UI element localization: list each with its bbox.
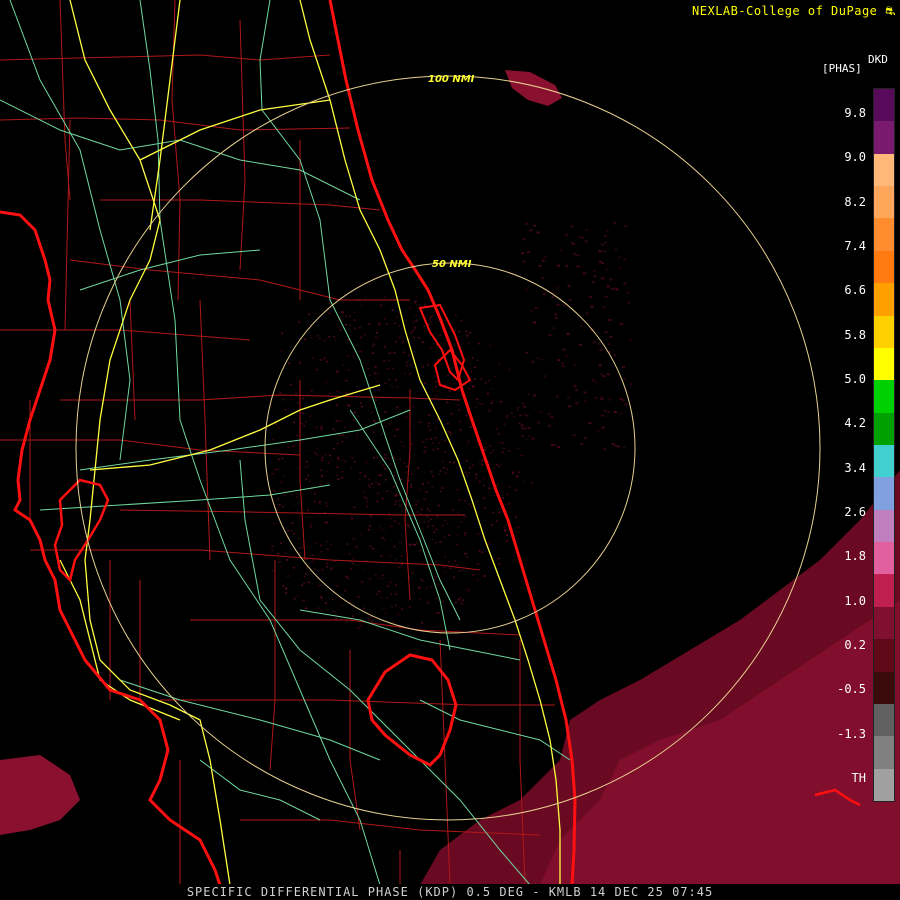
- state-road: [79, 409, 411, 471]
- state-road: [299, 609, 521, 661]
- ring-label-50nmi: 50 NMI: [432, 259, 472, 270]
- legend-color-bin: [874, 606, 894, 640]
- legend-tick-label: 9.8: [844, 106, 866, 120]
- legend-tick-label: 1.8: [844, 549, 866, 564]
- legend-color-bin: [874, 639, 894, 673]
- legend-tick-label: 1.0: [844, 593, 866, 608]
- legend-tick-label: 7.4: [844, 239, 866, 253]
- county-line: [0, 117, 351, 131]
- county-line: [0, 439, 301, 456]
- legend-tick-label: TH: [851, 771, 866, 785]
- interstate-highways: [59, 0, 561, 886]
- county-boundaries: [0, 0, 555, 886]
- state-road: [349, 409, 451, 651]
- legend-color-bin: [874, 574, 894, 608]
- county-line: [30, 549, 481, 571]
- legend-color-bin: [874, 153, 894, 187]
- county-line: [100, 199, 381, 211]
- county-line: [171, 0, 181, 301]
- radar-display: 100 NMI 50 NMI NEXLAB-College of DuPage …: [0, 0, 900, 900]
- legend-color-bin: [874, 121, 894, 155]
- legend-tick-label: -0.5: [837, 682, 866, 697]
- radar-echoes: [0, 70, 900, 885]
- county-line: [199, 299, 211, 561]
- legend-color-bin: [874, 347, 894, 381]
- county-line: [299, 380, 306, 561]
- echo-region-southwest: [0, 755, 80, 835]
- legend-color-bin: [874, 380, 894, 414]
- legend-tick-label: 5.0: [844, 372, 866, 386]
- legend-color-bin: [874, 283, 894, 317]
- legend-tick-label: 6.6: [844, 283, 866, 298]
- state-road: [259, 0, 461, 621]
- coastline-atlantic: [328, 0, 577, 886]
- legend-color-bin: [874, 218, 894, 252]
- product-caption: SPECIFIC DIFFERENTIAL PHASE (KDP) 0.5 DE…: [0, 884, 900, 900]
- range-ring-50nmi: [264, 262, 636, 634]
- legend-color-bin: [874, 250, 894, 284]
- legend-color-bin: [874, 315, 894, 349]
- ring-label-100nmi: 100 NMI: [428, 74, 475, 85]
- state-road: [39, 484, 331, 511]
- legend-unit: [PHAS]: [822, 62, 862, 75]
- ground-clutter: [270, 222, 633, 629]
- legend-color-bin: [874, 671, 894, 705]
- legend-color-bin: [874, 186, 894, 219]
- legend-tick-label: 3.4: [844, 460, 866, 475]
- state-road: [139, 0, 381, 886]
- road-network: [0, 0, 571, 886]
- radar-map: 100 NMI 50 NMI: [0, 0, 900, 886]
- legend-tick-label: 2.6: [844, 505, 866, 519]
- legend-color-bin: [874, 509, 894, 543]
- legend-product-code: DKD: [868, 53, 888, 66]
- legend-tick-label: 9.0: [844, 150, 866, 165]
- legend-color-bin: [874, 768, 894, 802]
- county-line: [0, 54, 331, 61]
- legend-color-bin: [874, 89, 894, 122]
- interstate: [59, 559, 181, 721]
- legend-color-bin: [874, 445, 894, 478]
- county-line: [269, 560, 276, 771]
- legend-color-bin: [874, 542, 894, 575]
- legend-tick-label: 8.2: [844, 194, 866, 209]
- legend-tick-label: 0.2: [844, 638, 866, 652]
- county-line: [60, 394, 461, 401]
- legend-tick-label: 5.8: [844, 327, 866, 342]
- legend-color-bin: [874, 736, 894, 770]
- legend-tick-label: 4.2: [844, 416, 866, 431]
- credit-text: NEXLAB-College of DuPage: [692, 4, 878, 18]
- legend-color-bin: [874, 412, 894, 446]
- county-line: [239, 19, 246, 271]
- echo-region-north: [505, 70, 562, 106]
- interstate: [299, 0, 561, 885]
- legend-color-bin: [874, 703, 894, 737]
- interstate: [139, 99, 331, 161]
- county-line: [129, 299, 136, 421]
- legend-tick-label: -1.3: [837, 726, 866, 741]
- county-line: [160, 699, 555, 706]
- credit-logo-icon: ⛐: [885, 4, 896, 18]
- state-road: [9, 0, 131, 461]
- state-road: [0, 99, 361, 201]
- credit-label: NEXLAB-College of DuPage ⛐: [692, 4, 896, 20]
- legend-color-bin: [874, 477, 894, 511]
- legend-colorbar: [873, 88, 895, 802]
- county-line: [190, 619, 521, 636]
